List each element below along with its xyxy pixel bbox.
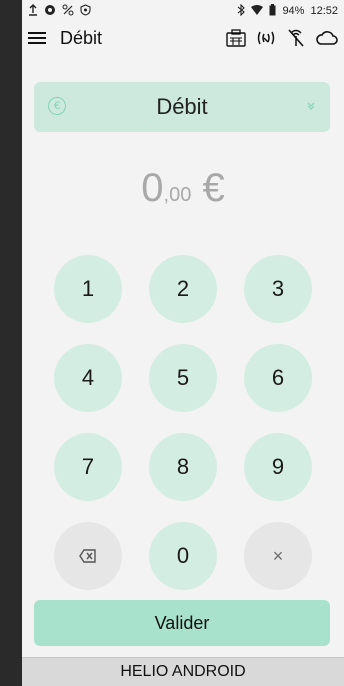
cloud-icon[interactable]	[316, 30, 338, 46]
keypad-row: 7 8 9	[54, 433, 312, 501]
amount-cents: ,00	[163, 184, 192, 206]
bluetooth-icon	[237, 3, 246, 19]
key-5[interactable]: 5	[149, 344, 217, 412]
shield-icon	[80, 3, 91, 19]
transaction-type-value: Débit	[156, 94, 208, 119]
nfc-icon[interactable]	[256, 29, 276, 47]
amount-display: 0,00 €	[22, 166, 344, 211]
percent-icon	[62, 4, 74, 19]
keypad-row: 1 2 3	[54, 255, 312, 323]
key-7[interactable]: 7	[54, 433, 122, 501]
key-8[interactable]: 8	[149, 433, 217, 501]
footer-label: HELIO ANDROID	[22, 657, 344, 686]
menu-icon[interactable]	[28, 31, 46, 45]
upload-icon	[28, 3, 38, 19]
euro-icon: €	[48, 97, 66, 115]
battery-icon	[269, 3, 276, 19]
keypad: 1 2 3 4 5 6 7 8 9 0 ×	[54, 255, 312, 611]
clock: 12:52	[310, 5, 338, 17]
key-3[interactable]: 3	[244, 255, 312, 323]
amount-currency: €	[202, 166, 225, 210]
key-9[interactable]: 9	[244, 433, 312, 501]
keypad-row: 0 ×	[54, 522, 312, 590]
keypad-row: 4 5 6	[54, 344, 312, 412]
validate-button[interactable]: Valider	[34, 600, 330, 646]
wifi-icon	[251, 4, 264, 18]
key-0[interactable]: 0	[149, 522, 217, 590]
key-6[interactable]: 6	[244, 344, 312, 412]
status-left-icons	[28, 3, 91, 19]
payment-terminal-icon[interactable]	[226, 29, 246, 47]
battery-percent: 94%	[282, 5, 305, 17]
key-1[interactable]: 1	[54, 255, 122, 323]
amount-whole: 0	[141, 166, 164, 210]
status-bar: 94% 12:52	[22, 0, 344, 22]
app-bar: Débit	[22, 22, 344, 54]
status-right-icons: 94% 12:52	[237, 3, 338, 19]
backspace-button[interactable]	[54, 522, 122, 590]
key-2[interactable]: 2	[149, 255, 217, 323]
page-title: Débit	[60, 27, 103, 48]
key-4[interactable]: 4	[54, 344, 122, 412]
chevron-down-icon	[306, 100, 316, 114]
backspace-icon	[79, 549, 96, 563]
app-bar-icons	[226, 29, 338, 47]
data-icon	[44, 4, 56, 19]
device-screen: 94% 12:52 Débit € Débit 0,00 € 1 2 3 4 5…	[22, 0, 344, 686]
transaction-type-select[interactable]: € Débit	[34, 82, 330, 132]
clear-button[interactable]: ×	[244, 522, 312, 590]
no-antenna-icon[interactable]	[286, 29, 306, 47]
